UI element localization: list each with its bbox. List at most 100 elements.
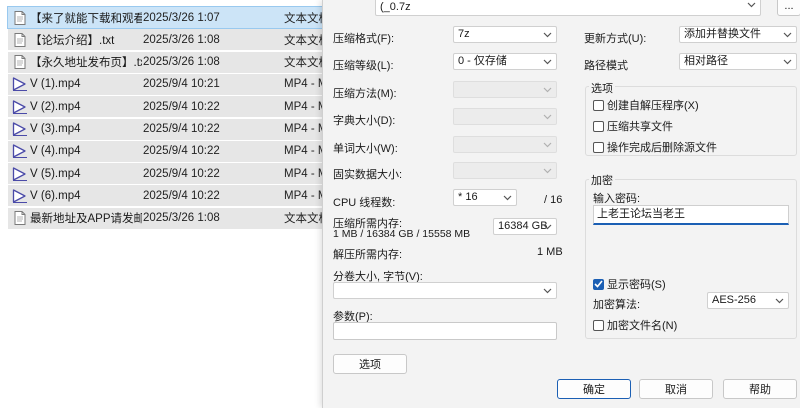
create-sfx-label: 创建自解压程序(X) [607, 100, 699, 112]
path-mode-select[interactable]: 相对路径 [679, 53, 797, 70]
mem-compress-value: 16384 GB [498, 220, 548, 232]
cpu-threads-total: / 16 [544, 194, 563, 206]
update-mode-label: 更新方式(U): [584, 33, 647, 45]
file-type: MP4 - M [284, 100, 328, 113]
file-name: V (6).mp4 [30, 189, 81, 202]
file-row[interactable]: V (3).mp4 2025/9/4 10:22 MP4 - M [8, 118, 330, 140]
cancel-button-label: 取消 [665, 384, 687, 396]
chevron-down-icon [783, 54, 792, 69]
method-label: 压缩方法(M): [333, 88, 397, 100]
format-label: 压缩格式(F): [333, 33, 395, 45]
chevron-down-icon [543, 137, 552, 152]
encryption-method-label: 加密算法: [593, 299, 641, 311]
file-row[interactable]: V (6).mp4 2025/9/4 10:22 MP4 - M [8, 185, 330, 207]
file-date: 2025/3/26 1:08 [143, 33, 220, 46]
level-select[interactable]: 0 - 仅存储 [453, 53, 557, 70]
encryption-group-title: 加密 [589, 172, 615, 188]
encryption-method-select[interactable]: AES-256 [707, 292, 789, 309]
options-group-title: 选项 [589, 80, 615, 96]
format-select[interactable]: 7z [453, 26, 557, 43]
delete-after-checkbox[interactable]: 操作完成后删除源文件 [593, 139, 717, 155]
archive-path-combo[interactable]: (_0.7z [375, 0, 761, 16]
checkbox-box [593, 141, 604, 153]
add-to-archive-dialog: (_0.7z ... 压缩格式(F): 7z 压缩等级(L): 0 - 仅存储 … [322, 0, 800, 408]
password-label: 输入密码: [593, 193, 641, 205]
chevron-down-icon [543, 54, 552, 69]
encrypt-filenames-checkbox[interactable]: 加密文件名(N) [593, 317, 677, 333]
compress-shared-checkbox[interactable]: 压缩共享文件 [593, 118, 673, 134]
file-name: V (2).mp4 [30, 100, 81, 113]
split-size-select[interactable] [333, 282, 557, 299]
format-value: 7z [458, 28, 470, 40]
browse-button-label: ... [784, 0, 794, 12]
password-input[interactable]: 上老王论坛当老王 [593, 205, 789, 225]
word-size-label: 单词大小(W): [333, 143, 398, 155]
solid-size-select[interactable] [453, 162, 557, 179]
path-mode-label: 路径模式 [584, 60, 628, 72]
cancel-button[interactable]: 取消 [639, 379, 713, 399]
dict-size-select[interactable] [453, 108, 557, 125]
chevron-down-icon [503, 190, 512, 205]
mem-compress-detail: 1 MB / 16384 GB / 15558 MB [333, 228, 471, 240]
ok-button[interactable]: 确定 [557, 379, 631, 399]
file-row[interactable]: 【论坛介绍】.txt 2025/3/26 1:08 文本文档 [8, 29, 330, 51]
file-name: 最新地址及APP请发邮... [30, 213, 142, 226]
chevron-down-icon [747, 0, 756, 13]
method-select[interactable] [453, 81, 557, 98]
cpu-threads-select[interactable]: * 16 [453, 189, 517, 206]
file-name: V (5).mp4 [30, 167, 81, 180]
options-button[interactable]: 选项 [333, 354, 407, 374]
file-date: 2025/9/4 10:22 [143, 189, 220, 202]
file-name: 【论坛介绍】.txt [30, 34, 115, 47]
mem-decompress-value: 1 MB [537, 246, 563, 258]
file-row[interactable]: V (1).mp4 2025/9/4 10:21 MP4 - M [8, 73, 330, 95]
chevron-down-icon [543, 219, 552, 234]
file-explorer: 【来了就能下载和观看...2025/3/26 1:07文本文档【论坛介绍】.tx… [0, 0, 331, 408]
video-file-icon [11, 120, 29, 138]
checkbox-box [593, 319, 604, 331]
chevron-down-icon [543, 27, 552, 42]
password-value: 上老王论坛当老王 [597, 208, 685, 220]
create-sfx-checkbox[interactable]: 创建自解压程序(X) [593, 97, 699, 113]
show-password-label: 显示密码(S) [607, 279, 666, 291]
file-date: 2025/9/4 10:21 [143, 78, 220, 91]
update-mode-value: 添加并替换文件 [684, 28, 761, 40]
dict-size-label: 字典大小(D): [333, 115, 396, 127]
show-password-checkbox[interactable]: 显示密码(S) [593, 276, 666, 292]
delete-after-label: 操作完成后删除源文件 [607, 142, 717, 154]
text-file-icon [11, 209, 29, 227]
browse-button[interactable]: ... [777, 0, 800, 16]
params-input[interactable] [333, 322, 557, 340]
mem-compress-select[interactable]: 16384 GB [493, 218, 557, 235]
help-button-label: 帮助 [749, 384, 771, 396]
help-button[interactable]: 帮助 [723, 379, 797, 399]
cpu-threads-value: * 16 [458, 191, 478, 203]
file-date: 2025/9/4 10:22 [143, 167, 220, 180]
video-file-icon [11, 165, 29, 183]
video-file-icon [11, 98, 29, 116]
file-row[interactable]: V (2).mp4 2025/9/4 10:22 MP4 - M [8, 96, 330, 118]
chevron-down-icon [543, 163, 552, 178]
update-mode-select[interactable]: 添加并替换文件 [679, 26, 797, 43]
level-value: 0 - 仅存储 [458, 55, 507, 67]
archive-path-value: (_0.7z [380, 1, 411, 13]
video-file-icon [11, 142, 29, 160]
file-row[interactable]: V (5).mp4 2025/9/4 10:22 MP4 - M [8, 163, 330, 185]
file-name: 【来了就能下载和观看... [30, 12, 142, 25]
text-file-icon [11, 31, 29, 49]
file-row[interactable]: 最新地址及APP请发邮...2025/3/26 1:08文本文档 [8, 207, 330, 229]
ok-button-label: 确定 [583, 384, 605, 396]
file-row[interactable]: 【永久地址发布页】.txt 2025/3/26 1:08 文本文档 [8, 51, 330, 73]
encryption-method-value: AES-256 [712, 294, 757, 306]
video-file-icon [11, 187, 29, 205]
checkbox-box [593, 120, 604, 132]
word-size-select[interactable] [453, 136, 557, 153]
video-file-icon [11, 75, 29, 93]
text-file-icon [11, 9, 29, 27]
level-label: 压缩等级(L): [333, 60, 394, 72]
solid-size-label: 固实数据大小: [333, 169, 403, 181]
file-date: 2025/9/4 10:22 [143, 100, 220, 113]
path-mode-value: 相对路径 [684, 55, 728, 67]
file-row[interactable]: 【来了就能下载和观看...2025/3/26 1:07文本文档 [7, 6, 331, 29]
file-row[interactable]: V (4).mp4 2025/9/4 10:22 MP4 - M [8, 140, 330, 162]
